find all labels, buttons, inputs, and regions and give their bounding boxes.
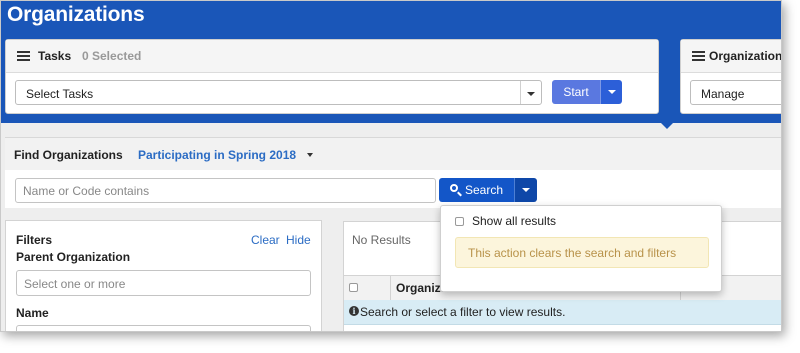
caret-down-icon bbox=[608, 90, 616, 94]
clear-warning-alert: This action clears the search and filter… bbox=[455, 237, 709, 268]
panel-pointer bbox=[657, 119, 677, 129]
search-options-button[interactable] bbox=[514, 178, 537, 202]
search-button[interactable]: Search bbox=[439, 178, 514, 202]
organization-panel: Organization Manage bbox=[680, 39, 782, 114]
organization-action-value: Manage bbox=[701, 87, 745, 101]
select-tasks-value: Select Tasks bbox=[26, 87, 94, 101]
caret-down-icon bbox=[522, 188, 530, 192]
organization-panel-header: Organization bbox=[681, 40, 782, 73]
name-filter-input[interactable] bbox=[16, 325, 311, 331]
show-all-results-label[interactable]: Show all results bbox=[472, 214, 556, 228]
chevron-down-icon[interactable] bbox=[307, 153, 313, 157]
organization-action-dropdown[interactable]: Manage bbox=[690, 80, 781, 105]
chevron-down-icon[interactable] bbox=[520, 81, 541, 104]
name-filter-label: Name bbox=[16, 306, 49, 320]
show-all-results-checkbox[interactable] bbox=[455, 217, 464, 226]
organization-panel-title: Organization bbox=[709, 49, 782, 63]
list-icon bbox=[692, 51, 705, 61]
start-button[interactable]: Start bbox=[552, 80, 600, 104]
search-input[interactable]: Name or Code contains bbox=[15, 178, 436, 203]
find-organizations-bar: Find Organizations Participating in Spri… bbox=[5, 137, 781, 171]
start-options-button[interactable] bbox=[600, 80, 622, 104]
select-all-cell bbox=[344, 276, 391, 300]
parent-organization-label: Parent Organization bbox=[16, 250, 131, 264]
clear-filters-link[interactable]: Clear bbox=[251, 233, 280, 247]
select-all-checkbox[interactable] bbox=[349, 283, 358, 292]
results-info-message: Search or select a filter to view result… bbox=[360, 305, 566, 319]
page-title: Organizations bbox=[7, 3, 145, 26]
tasks-panel-header: Tasks 0 Selected bbox=[6, 40, 658, 73]
tasks-selected-count: 0 Selected bbox=[82, 49, 142, 63]
list-icon bbox=[17, 51, 30, 61]
search-placeholder: Name or Code contains bbox=[23, 184, 150, 198]
select-tasks-dropdown[interactable]: Select Tasks bbox=[15, 80, 542, 105]
search-options-menu: Show all results This action clears the … bbox=[440, 205, 722, 292]
parent-organization-placeholder: Select one or more bbox=[24, 277, 126, 291]
filters-panel: Filters Clear Hide Parent Organization S… bbox=[5, 220, 322, 331]
results-info-row: i Search or select a filter to view resu… bbox=[344, 300, 781, 325]
search-icon bbox=[450, 184, 458, 192]
tasks-title: Tasks bbox=[38, 49, 72, 63]
clear-warning-text: This action clears the search and filter… bbox=[468, 246, 677, 260]
find-organizations-label: Find Organizations bbox=[14, 148, 123, 162]
hide-filters-link[interactable]: Hide bbox=[286, 233, 311, 247]
filters-title: Filters bbox=[16, 233, 53, 247]
search-button-label: Search bbox=[465, 183, 504, 197]
app-window: Organizations Tasks 0 Selected Select Ta… bbox=[0, 0, 782, 332]
results-status: No Results bbox=[352, 233, 411, 247]
parent-organization-input[interactable]: Select one or more bbox=[16, 270, 311, 296]
saved-filter-link[interactable]: Participating in Spring 2018 bbox=[138, 148, 296, 162]
info-icon: i bbox=[349, 306, 359, 316]
